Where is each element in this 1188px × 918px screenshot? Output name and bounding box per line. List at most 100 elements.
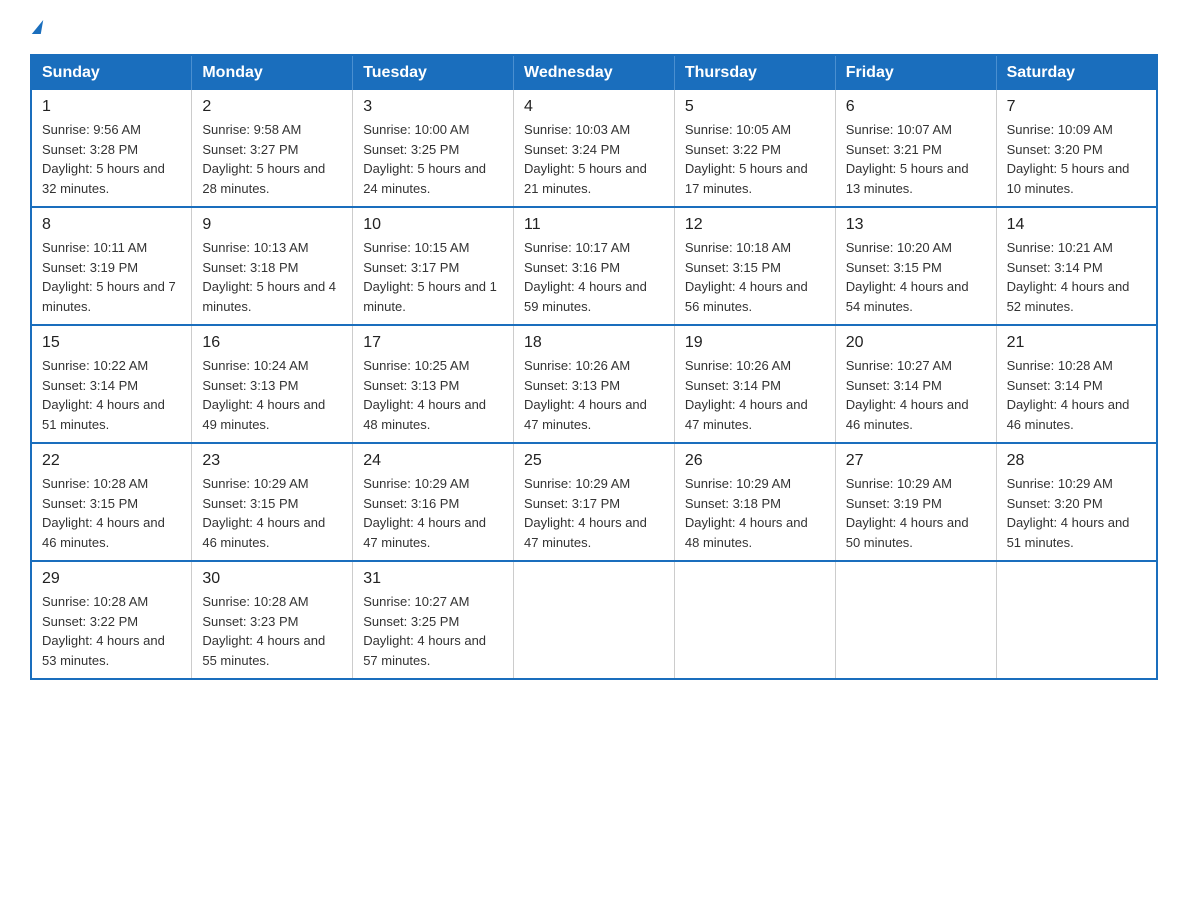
- calendar-cell: [996, 561, 1157, 679]
- calendar-cell: 23 Sunrise: 10:29 AM Sunset: 3:15 PM Day…: [192, 443, 353, 561]
- day-info: Sunrise: 10:13 AM Sunset: 3:18 PM Daylig…: [202, 238, 342, 316]
- calendar-cell: 11 Sunrise: 10:17 AM Sunset: 3:16 PM Day…: [514, 207, 675, 325]
- calendar-cell: 16 Sunrise: 10:24 AM Sunset: 3:13 PM Day…: [192, 325, 353, 443]
- calendar-cell: 15 Sunrise: 10:22 AM Sunset: 3:14 PM Day…: [31, 325, 192, 443]
- calendar-cell: 14 Sunrise: 10:21 AM Sunset: 3:14 PM Day…: [996, 207, 1157, 325]
- day-info: Sunrise: 10:22 AM Sunset: 3:14 PM Daylig…: [42, 356, 181, 434]
- calendar-cell: 31 Sunrise: 10:27 AM Sunset: 3:25 PM Day…: [353, 561, 514, 679]
- day-info: Sunrise: 10:29 AM Sunset: 3:18 PM Daylig…: [685, 474, 825, 552]
- day-info: Sunrise: 10:28 AM Sunset: 3:15 PM Daylig…: [42, 474, 181, 552]
- day-number: 9: [202, 216, 342, 234]
- day-header-sunday: Sunday: [31, 55, 192, 90]
- day-info: Sunrise: 10:25 AM Sunset: 3:13 PM Daylig…: [363, 356, 503, 434]
- week-row-5: 29 Sunrise: 10:28 AM Sunset: 3:22 PM Day…: [31, 561, 1157, 679]
- calendar-cell: 30 Sunrise: 10:28 AM Sunset: 3:23 PM Day…: [192, 561, 353, 679]
- day-info: Sunrise: 9:56 AM Sunset: 3:28 PM Dayligh…: [42, 120, 181, 198]
- calendar-table: SundayMondayTuesdayWednesdayThursdayFrid…: [30, 54, 1158, 680]
- day-header-saturday: Saturday: [996, 55, 1157, 90]
- day-info: Sunrise: 10:29 AM Sunset: 3:16 PM Daylig…: [363, 474, 503, 552]
- day-header-tuesday: Tuesday: [353, 55, 514, 90]
- day-info: Sunrise: 10:29 AM Sunset: 3:15 PM Daylig…: [202, 474, 342, 552]
- calendar-cell: 20 Sunrise: 10:27 AM Sunset: 3:14 PM Day…: [835, 325, 996, 443]
- calendar-cell: 25 Sunrise: 10:29 AM Sunset: 3:17 PM Day…: [514, 443, 675, 561]
- day-number: 31: [363, 570, 503, 588]
- calendar-cell: [514, 561, 675, 679]
- day-info: Sunrise: 10:29 AM Sunset: 3:20 PM Daylig…: [1007, 474, 1146, 552]
- day-info: Sunrise: 9:58 AM Sunset: 3:27 PM Dayligh…: [202, 120, 342, 198]
- calendar-cell: 3 Sunrise: 10:00 AM Sunset: 3:25 PM Dayl…: [353, 90, 514, 207]
- day-number: 4: [524, 98, 664, 116]
- day-number: 27: [846, 452, 986, 470]
- calendar-cell: 18 Sunrise: 10:26 AM Sunset: 3:13 PM Day…: [514, 325, 675, 443]
- day-info: Sunrise: 10:09 AM Sunset: 3:20 PM Daylig…: [1007, 120, 1146, 198]
- day-number: 24: [363, 452, 503, 470]
- day-info: Sunrise: 10:03 AM Sunset: 3:24 PM Daylig…: [524, 120, 664, 198]
- day-info: Sunrise: 10:17 AM Sunset: 3:16 PM Daylig…: [524, 238, 664, 316]
- day-number: 6: [846, 98, 986, 116]
- calendar-cell: 21 Sunrise: 10:28 AM Sunset: 3:14 PM Day…: [996, 325, 1157, 443]
- day-info: Sunrise: 10:18 AM Sunset: 3:15 PM Daylig…: [685, 238, 825, 316]
- calendar-cell: 13 Sunrise: 10:20 AM Sunset: 3:15 PM Day…: [835, 207, 996, 325]
- calendar-cell: 12 Sunrise: 10:18 AM Sunset: 3:15 PM Day…: [674, 207, 835, 325]
- day-info: Sunrise: 10:29 AM Sunset: 3:17 PM Daylig…: [524, 474, 664, 552]
- calendar-cell: 5 Sunrise: 10:05 AM Sunset: 3:22 PM Dayl…: [674, 90, 835, 207]
- day-number: 17: [363, 334, 503, 352]
- day-info: Sunrise: 10:27 AM Sunset: 3:14 PM Daylig…: [846, 356, 986, 434]
- day-info: Sunrise: 10:21 AM Sunset: 3:14 PM Daylig…: [1007, 238, 1146, 316]
- day-info: Sunrise: 10:26 AM Sunset: 3:14 PM Daylig…: [685, 356, 825, 434]
- calendar-cell: 28 Sunrise: 10:29 AM Sunset: 3:20 PM Day…: [996, 443, 1157, 561]
- day-number: 5: [685, 98, 825, 116]
- day-info: Sunrise: 10:28 AM Sunset: 3:22 PM Daylig…: [42, 592, 181, 670]
- logo: [30, 20, 42, 34]
- calendar-header-row: SundayMondayTuesdayWednesdayThursdayFrid…: [31, 55, 1157, 90]
- day-number: 15: [42, 334, 181, 352]
- calendar-cell: 1 Sunrise: 9:56 AM Sunset: 3:28 PM Dayli…: [31, 90, 192, 207]
- week-row-1: 1 Sunrise: 9:56 AM Sunset: 3:28 PM Dayli…: [31, 90, 1157, 207]
- calendar-cell: 17 Sunrise: 10:25 AM Sunset: 3:13 PM Day…: [353, 325, 514, 443]
- day-number: 10: [363, 216, 503, 234]
- calendar-cell: 6 Sunrise: 10:07 AM Sunset: 3:21 PM Dayl…: [835, 90, 996, 207]
- day-info: Sunrise: 10:05 AM Sunset: 3:22 PM Daylig…: [685, 120, 825, 198]
- week-row-2: 8 Sunrise: 10:11 AM Sunset: 3:19 PM Dayl…: [31, 207, 1157, 325]
- day-header-friday: Friday: [835, 55, 996, 90]
- calendar-cell: 29 Sunrise: 10:28 AM Sunset: 3:22 PM Day…: [31, 561, 192, 679]
- calendar-cell: 19 Sunrise: 10:26 AM Sunset: 3:14 PM Day…: [674, 325, 835, 443]
- day-number: 2: [202, 98, 342, 116]
- week-row-3: 15 Sunrise: 10:22 AM Sunset: 3:14 PM Day…: [31, 325, 1157, 443]
- day-info: Sunrise: 10:00 AM Sunset: 3:25 PM Daylig…: [363, 120, 503, 198]
- day-number: 11: [524, 216, 664, 234]
- calendar-cell: 24 Sunrise: 10:29 AM Sunset: 3:16 PM Day…: [353, 443, 514, 561]
- day-number: 21: [1007, 334, 1146, 352]
- calendar-cell: 9 Sunrise: 10:13 AM Sunset: 3:18 PM Dayl…: [192, 207, 353, 325]
- day-number: 1: [42, 98, 181, 116]
- day-number: 28: [1007, 452, 1146, 470]
- calendar-cell: 27 Sunrise: 10:29 AM Sunset: 3:19 PM Day…: [835, 443, 996, 561]
- day-info: Sunrise: 10:24 AM Sunset: 3:13 PM Daylig…: [202, 356, 342, 434]
- day-info: Sunrise: 10:28 AM Sunset: 3:14 PM Daylig…: [1007, 356, 1146, 434]
- calendar-cell: 8 Sunrise: 10:11 AM Sunset: 3:19 PM Dayl…: [31, 207, 192, 325]
- day-number: 13: [846, 216, 986, 234]
- day-number: 26: [685, 452, 825, 470]
- day-number: 12: [685, 216, 825, 234]
- day-info: Sunrise: 10:15 AM Sunset: 3:17 PM Daylig…: [363, 238, 503, 316]
- day-info: Sunrise: 10:11 AM Sunset: 3:19 PM Daylig…: [42, 238, 181, 316]
- day-info: Sunrise: 10:29 AM Sunset: 3:19 PM Daylig…: [846, 474, 986, 552]
- day-number: 30: [202, 570, 342, 588]
- day-info: Sunrise: 10:20 AM Sunset: 3:15 PM Daylig…: [846, 238, 986, 316]
- day-number: 3: [363, 98, 503, 116]
- calendar-cell: 4 Sunrise: 10:03 AM Sunset: 3:24 PM Dayl…: [514, 90, 675, 207]
- day-number: 19: [685, 334, 825, 352]
- calendar-cell: [674, 561, 835, 679]
- day-number: 23: [202, 452, 342, 470]
- day-number: 22: [42, 452, 181, 470]
- calendar-cell: 2 Sunrise: 9:58 AM Sunset: 3:27 PM Dayli…: [192, 90, 353, 207]
- calendar-cell: 26 Sunrise: 10:29 AM Sunset: 3:18 PM Day…: [674, 443, 835, 561]
- day-number: 29: [42, 570, 181, 588]
- day-number: 16: [202, 334, 342, 352]
- day-info: Sunrise: 10:28 AM Sunset: 3:23 PM Daylig…: [202, 592, 342, 670]
- calendar-cell: [835, 561, 996, 679]
- day-number: 8: [42, 216, 181, 234]
- day-info: Sunrise: 10:27 AM Sunset: 3:25 PM Daylig…: [363, 592, 503, 670]
- day-number: 20: [846, 334, 986, 352]
- day-number: 25: [524, 452, 664, 470]
